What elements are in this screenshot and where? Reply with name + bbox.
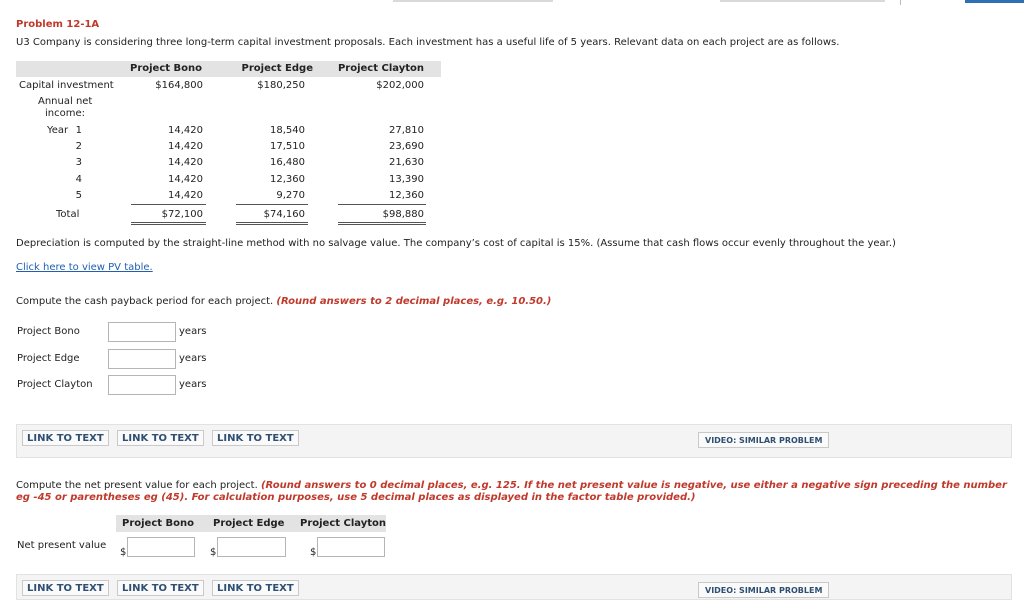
npv-rounding-note-2: eg -45 or parentheses eg (45). For calcu… — [16, 492, 696, 503]
npv-header-edge: Project Edge — [213, 518, 285, 529]
payback-label-edge: Project Edge — [17, 353, 80, 364]
subtotal-rule — [131, 204, 206, 205]
annual-income-label: Annual net — [38, 96, 93, 107]
row-value: 12,360 — [270, 174, 305, 185]
depreciation-note: Depreciation is computed by the straight… — [16, 238, 896, 249]
npv-row-label: Net present value — [17, 540, 107, 551]
row-value: 23,690 — [389, 141, 424, 152]
video-similar-problem-button[interactable]: VIDEO: SIMILAR PROBLEM — [698, 432, 830, 448]
payback-input-edge[interactable] — [108, 349, 176, 369]
npv-input-clayton[interactable] — [317, 537, 385, 557]
link-to-text-button[interactable]: LINK TO TEXT — [212, 580, 299, 596]
resource-link-bar: LINK TO TEXT LINK TO TEXT LINK TO TEXT V… — [16, 574, 1012, 600]
row-value: 16,480 — [270, 157, 305, 168]
npv-input-edge[interactable] — [217, 537, 286, 557]
row-value: 18,540 — [270, 125, 305, 136]
capital-clayton: $202,000 — [376, 80, 424, 91]
total-double-rule — [338, 224, 426, 225]
video-similar-problem-button[interactable]: VIDEO: SIMILAR PROBLEM — [698, 582, 830, 598]
row-value: 14,420 — [168, 157, 203, 168]
toolbar-divider — [900, 0, 901, 5]
capital-edge: $180,250 — [257, 80, 305, 91]
row-value: 13,390 — [389, 174, 424, 185]
toolbar-segment — [720, 0, 885, 2]
row-value: 14,420 — [168, 174, 203, 185]
subtotal-rule — [236, 204, 308, 205]
payback-instruction: Compute the cash payback period for each… — [16, 296, 552, 307]
row-value: 9,270 — [276, 190, 305, 201]
link-to-text-button[interactable]: LINK TO TEXT — [22, 430, 109, 446]
npv-header-clayton: Project Clayton — [300, 518, 387, 529]
npv-rounding-note: (Round answers to 0 decimal places, e.g.… — [260, 480, 1007, 491]
currency-symbol: $ — [120, 547, 127, 558]
row-value: 12,360 — [389, 190, 424, 201]
row-value: 14,420 — [168, 190, 203, 201]
problem-title: Problem 12-1A — [16, 19, 100, 30]
payback-rounding-note: (Round answers to 2 decimal places, e.g.… — [276, 296, 552, 307]
capital-investment-label: Capital investment — [19, 80, 114, 91]
subtotal-rule — [338, 204, 426, 205]
npv-header-bono: Project Bono — [122, 518, 195, 529]
years-unit-label: years — [179, 326, 207, 337]
toolbar-segment — [393, 0, 553, 2]
resource-link-bar: LINK TO TEXT LINK TO TEXT LINK TO TEXT V… — [16, 424, 1012, 458]
year-number: 1 — [75, 125, 82, 136]
total-label: Total — [56, 209, 80, 220]
toolbar-accent-segment — [965, 0, 1024, 3]
header-project-bono: Project Bono — [129, 63, 202, 74]
year-number: 5 — [75, 190, 82, 201]
currency-symbol: $ — [310, 547, 317, 558]
capital-bono: $164,800 — [155, 80, 203, 91]
total-bono: $72,100 — [161, 209, 203, 220]
years-unit-label: years — [179, 353, 207, 364]
pv-table-link[interactable]: Click here to view PV table. — [16, 262, 153, 273]
row-value: 27,810 — [389, 125, 424, 136]
row-value: 14,420 — [168, 141, 203, 152]
total-double-rule — [131, 224, 206, 225]
link-to-text-button[interactable]: LINK TO TEXT — [22, 580, 109, 596]
row-value: 14,420 — [168, 125, 203, 136]
top-toolbar-strip — [0, 0, 1024, 5]
link-to-text-button[interactable]: LINK TO TEXT — [212, 430, 299, 446]
year-number: 3 — [75, 157, 82, 168]
year-number: 2 — [75, 141, 82, 152]
total-double-rule — [338, 222, 426, 223]
row-value: 21,630 — [389, 157, 424, 168]
total-edge: $74,160 — [263, 209, 305, 220]
payback-label-bono: Project Bono — [17, 326, 80, 337]
row-value: 17,510 — [270, 141, 305, 152]
currency-symbol: $ — [210, 547, 217, 558]
link-to-text-button[interactable]: LINK TO TEXT — [117, 580, 204, 596]
link-to-text-button[interactable]: LINK TO TEXT — [117, 430, 204, 446]
payback-input-bono[interactable] — [108, 322, 176, 342]
payback-input-clayton[interactable] — [108, 375, 176, 395]
payback-label-clayton: Project Clayton — [17, 379, 93, 390]
year-label: Year — [47, 125, 69, 136]
year-number: 4 — [75, 174, 82, 185]
total-double-rule — [131, 222, 206, 223]
header-project-edge: Project Edge — [241, 63, 313, 74]
npv-input-bono[interactable] — [127, 537, 195, 557]
total-double-rule — [236, 224, 308, 225]
annual-income-label-2: income: — [45, 108, 85, 119]
total-double-rule — [236, 222, 308, 223]
header-project-clayton: Project Clayton — [337, 63, 424, 74]
npv-instruction: Compute the net present value for each p… — [16, 480, 1007, 491]
total-clayton: $98,880 — [382, 209, 424, 220]
problem-intro: U3 Company is considering three long-ter… — [16, 37, 840, 48]
years-unit-label: years — [179, 379, 207, 390]
